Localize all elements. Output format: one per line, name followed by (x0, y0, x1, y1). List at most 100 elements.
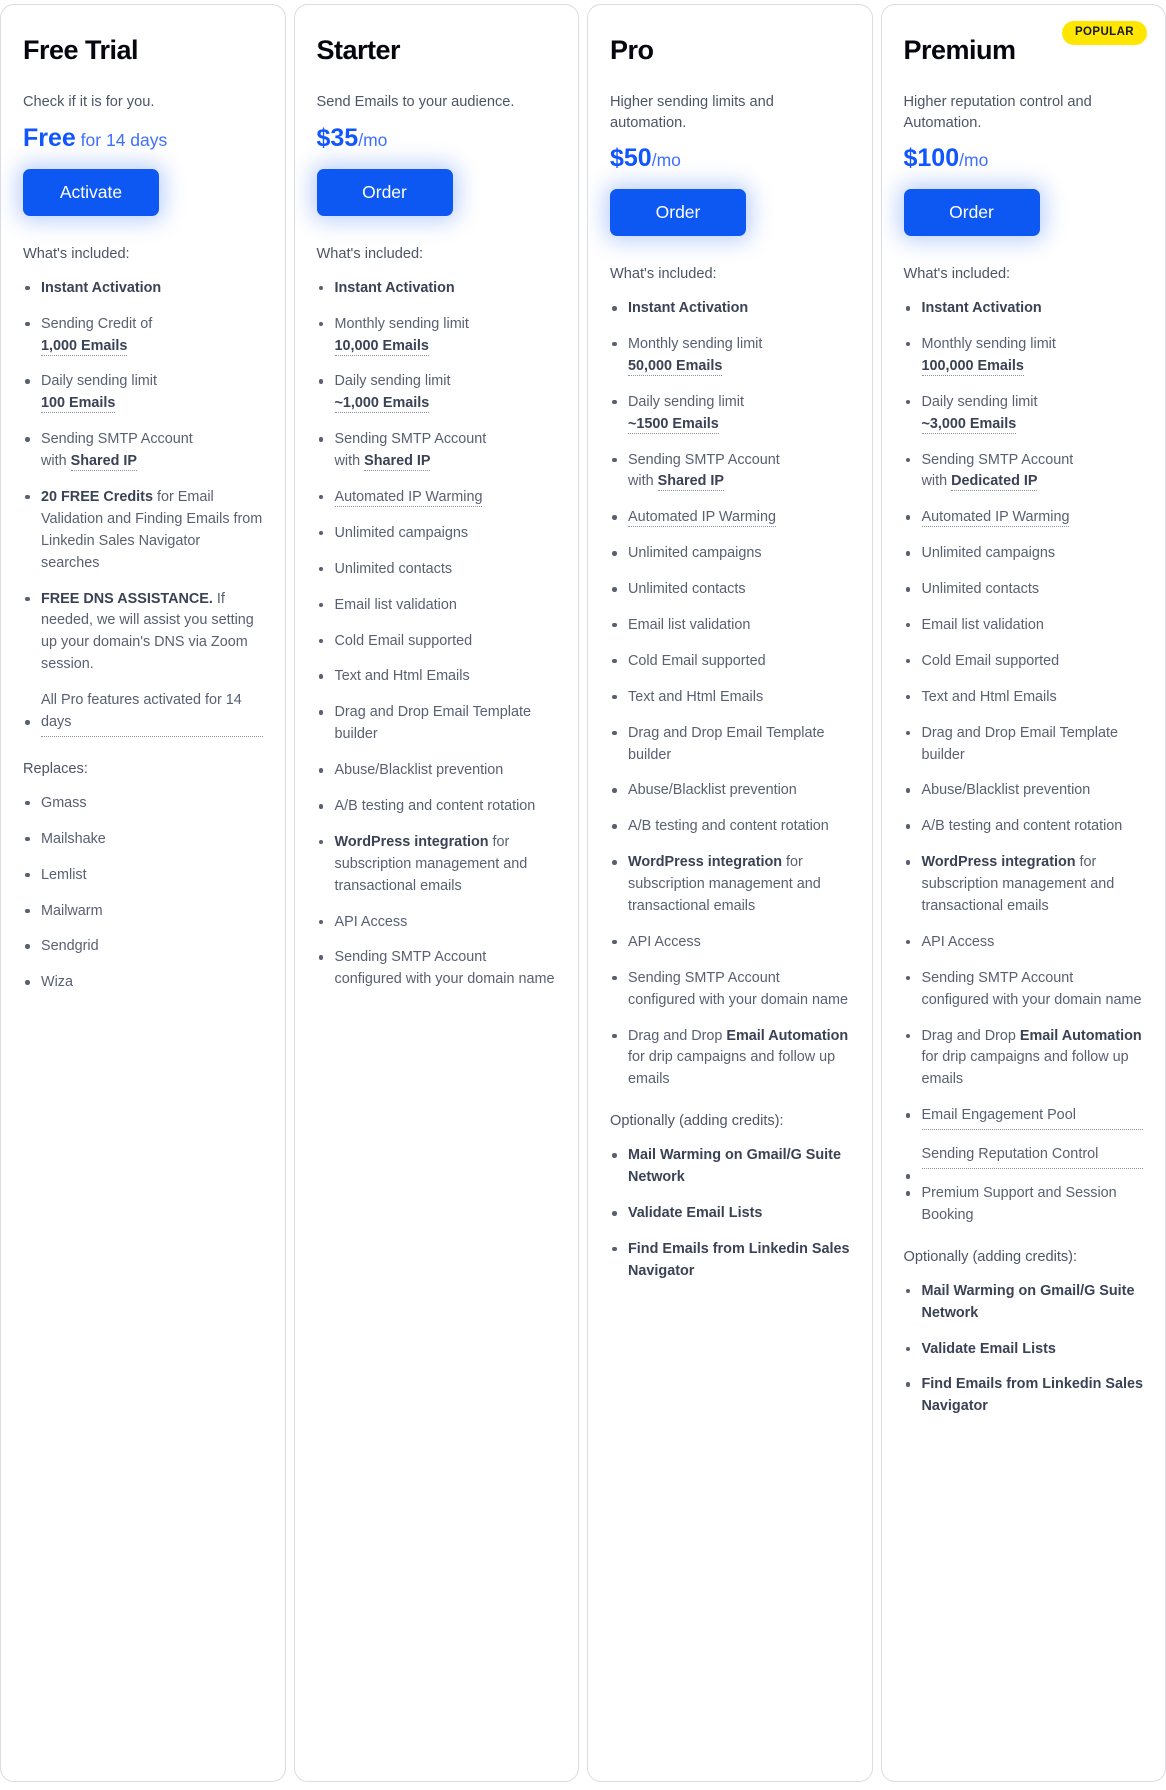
optional-feature-item: Validate Email Lists (904, 1339, 1144, 1361)
feature-item: Abuse/Blacklist prevention (317, 760, 557, 782)
plan-price: $50/mo (610, 144, 850, 173)
replaces-item: Mailwarm (23, 901, 263, 923)
feature-item: API Access (610, 932, 850, 954)
feature-item: Email list validation (904, 615, 1144, 637)
optional-feature-item: Validate Email Lists (610, 1203, 850, 1225)
price-amount: $35 (316, 124, 359, 152)
feature-item: Instant Activation (23, 278, 263, 300)
optional-feature-item: Find Emails from Linkedin Sales Navigato… (610, 1239, 850, 1283)
price-suffix: /mo (358, 130, 388, 150)
feature-item: Sending SMTP Account configured with you… (610, 968, 850, 1012)
feature-item: Unlimited contacts (317, 559, 557, 581)
feature-item: Abuse/Blacklist prevention (610, 780, 850, 802)
replaces-label: Replaces: (23, 760, 88, 777)
feature-item: Email list validation (610, 615, 850, 637)
feature-item: Drag and Drop Email Template builder (317, 702, 557, 746)
feature-item: Sending SMTP Account with Dedicated IP (904, 450, 1144, 494)
plan-title: Pro (610, 35, 654, 65)
feature-item: Cold Email supported (317, 631, 557, 653)
optional-feature-item: Mail Warming on Gmail/G Suite Network (904, 1281, 1144, 1325)
plan-card-starter: Starter Send Emails to your audience. $35/… (293, 4, 579, 1782)
replaces-item: Sendgrid (23, 936, 263, 958)
feature-item: Automated IP Warming (904, 507, 1144, 529)
feature-item: Sending SMTP Account with Shared IP (23, 429, 263, 473)
feature-item: Daily sending limit ~3,000 Emails (904, 392, 1144, 436)
plan-cta-button[interactable]: Order (903, 189, 1040, 237)
feature-item: Daily sending limit 100 Emails (23, 371, 263, 415)
feature-item: Cold Email supported (904, 651, 1144, 673)
plan-card-premium: POPULAR Premium Higher reputation control … (880, 4, 1166, 1782)
feature-item: Unlimited campaigns (904, 543, 1144, 565)
feature-item: Monthly sending limit 50,000 Emails (610, 334, 850, 378)
feature-item: Instant Activation (904, 298, 1144, 320)
popular-badge: POPULAR (1061, 21, 1147, 45)
feature-item: Drag and Drop Email Automation for drip … (610, 1026, 850, 1092)
feature-item: Instant Activation (610, 298, 850, 320)
feature-item: WordPress integration for subscription m… (317, 832, 557, 898)
feature-item: Premium Support and Session Booking (904, 1183, 1144, 1227)
feature-item: Daily sending limit ~1500 Emails (610, 392, 850, 436)
feature-item: Drag and Drop Email Template builder (904, 723, 1144, 767)
feature-item: Monthly sending limit 100,000 Emails (904, 334, 1144, 378)
feature-item: Monthly sending limit 10,000 Emails (317, 314, 557, 358)
replaces-item: Gmass (23, 793, 263, 815)
replaces-item: Mailshake (23, 829, 263, 851)
feature-item: Instant Activation (317, 278, 557, 300)
feature-item: Email Engagement Pool (904, 1105, 1143, 1131)
plan-description: Higher sending limits and automation. (610, 94, 774, 132)
feature-item: Automated IP Warming (317, 487, 557, 509)
feature-item: A/B testing and content rotation (904, 816, 1144, 838)
price-suffix: for 14 days (75, 130, 168, 150)
plan-price: $100/mo (904, 144, 1144, 173)
optional-feature-list: Mail Warming on Gmail/G Suite Network Val… (904, 1281, 1144, 1418)
feature-item: Sending Reputation Control (904, 1144, 1143, 1179)
feature-list: Instant Activation Monthly sending limit 5… (610, 298, 850, 1091)
feature-item: 20 FREE Credits for Email Validation and… (23, 487, 263, 575)
feature-item: Text and Html Emails (610, 687, 850, 709)
feature-item: Unlimited campaigns (317, 523, 557, 545)
feature-item: Unlimited campaigns (610, 543, 850, 565)
whats-included-label: What's included: (903, 266, 1011, 283)
optional-feature-item: Mail Warming on Gmail/G Suite Network (610, 1145, 850, 1189)
plan-cta-button[interactable]: Order (316, 168, 453, 216)
plan-title: Free Trial (23, 35, 139, 65)
feature-list: Instant Activation Monthly sending limit 1… (317, 278, 557, 991)
feature-item: WordPress integration for subscription m… (904, 852, 1144, 918)
feature-item: Automated IP Warming (610, 507, 850, 529)
plan-cta-button[interactable]: Order (610, 189, 746, 237)
plan-description: Check if it is for you. (23, 94, 155, 110)
feature-item: API Access (317, 912, 557, 934)
replaces-item: Wiza (23, 972, 263, 994)
plan-cta-button[interactable]: Activate (23, 168, 159, 216)
plan-card-pro: Pro Higher sending limits and automation.… (587, 4, 873, 1782)
plan-title: Starter (316, 35, 401, 65)
price-amount: $100 (903, 144, 960, 173)
price-suffix: /mo (651, 150, 681, 171)
replaces-item: Lemlist (23, 865, 263, 887)
plan-description: Higher reputation control and Automation… (903, 94, 1092, 132)
feature-item: All Pro features activated for 14 days (23, 690, 263, 737)
feature-item: FREE DNS ASSISTANCE. If needed, we will … (23, 589, 263, 677)
price-amount: $50 (610, 144, 652, 173)
plan-price: Free for 14 days (23, 124, 263, 153)
feature-item: Sending SMTP Account configured with you… (904, 968, 1144, 1012)
whats-included-label: What's included: (316, 245, 424, 262)
price-suffix: /mo (959, 150, 989, 171)
feature-item: A/B testing and content rotation (317, 796, 557, 818)
plan-price: $35/mo (317, 124, 557, 153)
optional-feature-list: Mail Warming on Gmail/G Suite Network Val… (610, 1145, 850, 1282)
whats-included-label: What's included: (23, 245, 130, 262)
feature-item: API Access (904, 932, 1144, 954)
feature-item: Text and Html Emails (904, 687, 1144, 709)
optional-credits-label: Optionally (adding credits): (610, 1113, 784, 1130)
feature-item: WordPress integration for subscription m… (610, 852, 850, 918)
feature-list: Instant Activation Sending Credit of 1,000… (23, 278, 263, 737)
feature-item: Sending SMTP Account with Shared IP (317, 429, 557, 473)
feature-item: Daily sending limit ~1,000 Emails (317, 371, 557, 415)
pricing-plans-grid: Free Trial Check if it is for you. Free fo… (0, 0, 1166, 1790)
feature-item: Abuse/Blacklist prevention (904, 780, 1144, 802)
feature-item: A/B testing and content rotation (610, 816, 850, 838)
plan-description: Send Emails to your audience. (316, 94, 515, 110)
feature-item: Unlimited contacts (904, 579, 1144, 601)
feature-item: Unlimited contacts (610, 579, 850, 601)
